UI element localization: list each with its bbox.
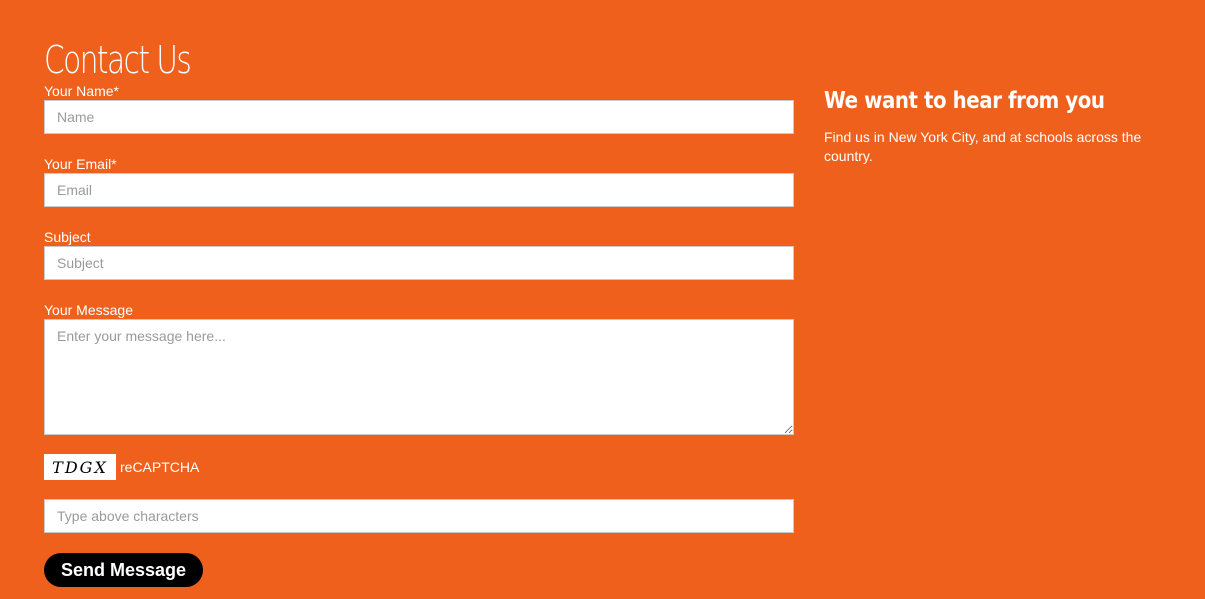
email-input[interactable] xyxy=(44,173,794,207)
subject-input[interactable] xyxy=(44,246,794,280)
message-label: Your Message xyxy=(44,302,133,318)
name-input[interactable] xyxy=(44,100,794,134)
send-message-button[interactable]: Send Message xyxy=(44,553,204,587)
subject-label: Subject xyxy=(44,229,91,245)
info-heading: We want to hear from you xyxy=(824,88,1105,114)
message-textarea[interactable] xyxy=(44,319,794,435)
contact-info: We want to hear from you Find us in New … xyxy=(824,86,1164,166)
page-title: Contact Us xyxy=(44,38,192,82)
captcha-image: TDGX xyxy=(44,454,116,480)
email-label: Your Email* xyxy=(44,156,117,172)
info-text: Find us in New York City, and at schools… xyxy=(824,129,1142,164)
contact-page: Contact Us Your Name* Your Email* Subjec… xyxy=(0,0,1205,599)
captcha-row: TDGX reCAPTCHA xyxy=(44,454,199,480)
name-label: Your Name* xyxy=(44,83,119,99)
captcha-image-text: TDGX xyxy=(52,457,108,477)
captcha-label: reCAPTCHA xyxy=(120,459,200,475)
captcha-input[interactable] xyxy=(44,499,794,533)
